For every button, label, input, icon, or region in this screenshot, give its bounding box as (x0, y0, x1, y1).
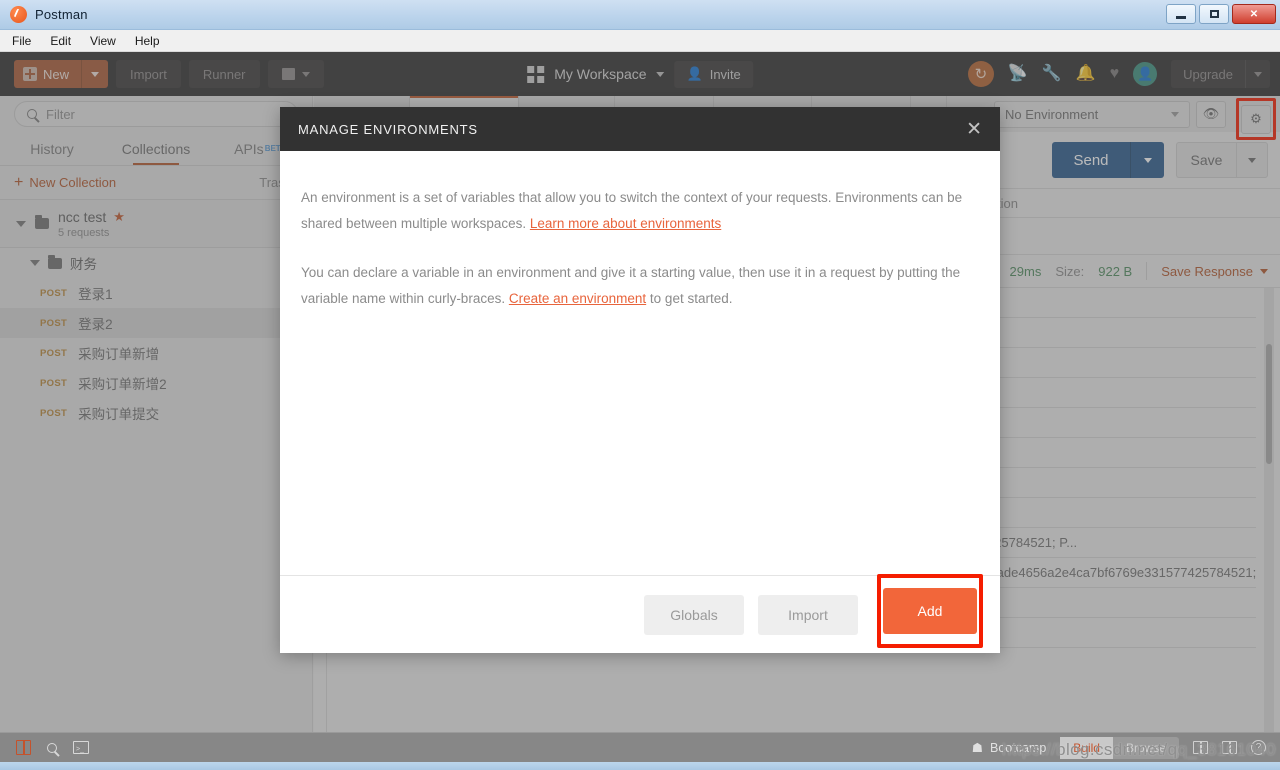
window-title-bar: Postman ✕ (0, 0, 1280, 30)
modal-paragraph-2: You can declare a variable in an environ… (301, 260, 979, 312)
minimize-button[interactable] (1166, 4, 1196, 24)
close-window-button[interactable]: ✕ (1232, 4, 1276, 24)
bootcamp-icon: ☗ (971, 741, 984, 755)
window-controls: ✕ (1166, 4, 1276, 24)
postman-application-window: Postman ✕ File Edit View Help New Import… (0, 0, 1280, 770)
menu-item-view[interactable]: View (90, 34, 116, 48)
maximize-icon (1209, 10, 1219, 18)
modal-header: MANAGE ENVIRONMENTS ✕ (280, 107, 1000, 151)
menu-item-edit[interactable]: Edit (50, 34, 71, 48)
console-icon[interactable]: >_ (73, 741, 89, 754)
globals-button[interactable]: Globals (644, 594, 744, 635)
status-bar-left: >_ (0, 740, 89, 755)
sidebar-toggle-icon[interactable] (16, 740, 31, 755)
window-title: Postman (35, 7, 88, 22)
window-bottom-edge (0, 762, 1280, 770)
watermark: https://blog.csdn.net/qq_38161040 (1001, 740, 1276, 759)
modal-body: An environment is a set of variables tha… (280, 151, 1000, 575)
modal-paragraph-1: An environment is a set of variables tha… (301, 185, 979, 237)
close-icon[interactable]: ✕ (966, 120, 982, 139)
postman-logo-icon (10, 6, 27, 23)
add-button-highlight: Add (877, 574, 983, 648)
create-environment-link[interactable]: Create an environment (509, 291, 646, 306)
import-button[interactable]: Import (758, 594, 858, 635)
modal-paragraph-2-suffix: to get started. (646, 291, 733, 306)
manage-environments-modal: MANAGE ENVIRONMENTS ✕ An environment is … (280, 107, 1000, 653)
add-button[interactable]: Add (883, 588, 977, 634)
search-icon[interactable] (47, 742, 57, 753)
minimize-icon (1176, 15, 1186, 19)
menu-item-help[interactable]: Help (135, 34, 160, 48)
menu-item-file[interactable]: File (12, 34, 31, 48)
learn-more-link[interactable]: Learn more about environments (530, 216, 721, 231)
maximize-button[interactable] (1199, 4, 1229, 24)
application-menu-bar: File Edit View Help (0, 30, 1280, 52)
modal-footer: Globals Import Add (280, 574, 1000, 653)
modal-title: MANAGE ENVIRONMENTS (298, 121, 478, 137)
